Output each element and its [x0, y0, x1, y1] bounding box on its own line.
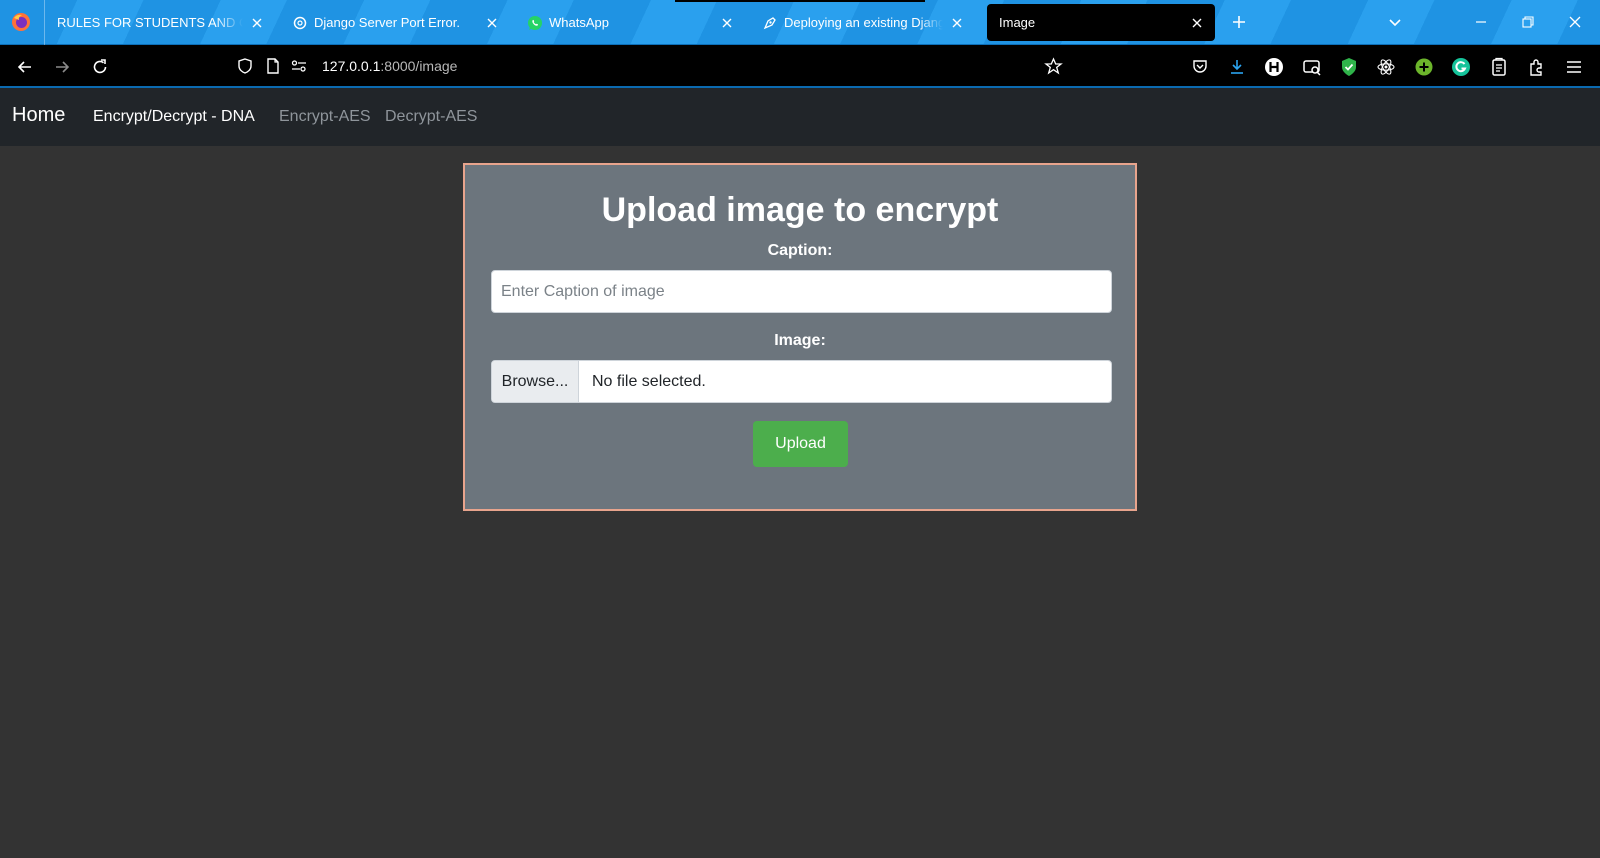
browser-toolbar: 127.0.0.1:8000/image	[0, 45, 1600, 88]
pocket-button[interactable]	[1189, 56, 1211, 78]
extension-screenshot-button[interactable]	[1301, 56, 1323, 78]
extension-h-button[interactable]	[1263, 56, 1285, 78]
reload-button[interactable]	[89, 56, 111, 78]
caption-input[interactable]	[491, 270, 1112, 313]
extension-add-button[interactable]	[1413, 56, 1435, 78]
forward-button[interactable]	[51, 56, 73, 78]
tab-deploying-django[interactable]: Deploying an existing Django project	[750, 4, 975, 41]
bookmark-star-icon[interactable]	[1044, 57, 1063, 76]
shield-icon[interactable]	[236, 57, 254, 75]
browser-tab-strip: RULES FOR STUDENTS AND CHILDREN Django S…	[0, 0, 1600, 45]
list-all-tabs-button[interactable]	[1385, 12, 1405, 32]
firefox-icon[interactable]	[11, 12, 31, 32]
arrow-right-icon	[56, 61, 70, 73]
close-icon	[1569, 16, 1581, 28]
tab-whatsapp[interactable]: WhatsApp	[515, 4, 745, 41]
nav-link-decrypt-aes[interactable]: Decrypt-AES	[385, 108, 477, 126]
new-tab-button[interactable]	[1229, 12, 1249, 32]
upload-button[interactable]: Upload	[753, 421, 848, 467]
nav-link-encrypt-decrypt-dna[interactable]: Encrypt/Decrypt - DNA	[93, 108, 255, 126]
close-icon[interactable]	[719, 15, 735, 31]
file-status-text: No file selected.	[592, 372, 706, 390]
upload-form-card: Upload image to encrypt Caption: Image: …	[463, 163, 1137, 511]
minimize-button[interactable]	[1471, 12, 1491, 32]
page-title: Upload image to encrypt	[601, 191, 999, 229]
plus-icon	[1233, 16, 1245, 28]
page-icon[interactable]	[264, 57, 282, 75]
restore-icon	[1522, 16, 1534, 28]
hamburger-menu-icon	[1567, 61, 1581, 73]
minimize-icon	[1476, 21, 1486, 23]
screen-search-icon	[1303, 60, 1321, 76]
download-icon	[1231, 60, 1243, 74]
close-icon[interactable]	[949, 15, 965, 31]
reload-icon	[93, 59, 107, 74]
pocket-icon	[1193, 60, 1207, 73]
puzzle-icon	[1530, 59, 1542, 76]
image-file-input[interactable]: Browse... No file selected.	[491, 360, 1112, 403]
close-window-button[interactable]	[1565, 12, 1585, 32]
back-button[interactable]	[14, 56, 36, 78]
pen-nib-icon	[762, 15, 778, 31]
browse-button[interactable]: Browse...	[492, 361, 579, 402]
url-path: :8000/image	[380, 58, 458, 74]
h-letter-icon	[1265, 58, 1283, 76]
openai-icon	[292, 15, 308, 31]
url-bar[interactable]: 127.0.0.1:8000/image	[230, 51, 1070, 82]
extension-shield-button[interactable]	[1338, 56, 1360, 78]
tab-title: WhatsApp	[549, 15, 609, 30]
url-host: 127.0.0.1	[322, 58, 381, 74]
restore-button[interactable]	[1518, 12, 1538, 32]
whatsapp-icon	[527, 15, 543, 31]
shield-check-icon	[1342, 58, 1356, 76]
extension-notes-button[interactable]	[1488, 56, 1510, 78]
tab-title: Django Server Port Error.	[314, 15, 460, 30]
image-label: Image:	[774, 332, 826, 349]
downloads-button[interactable]	[1226, 56, 1248, 78]
site-navbar: Home Encrypt/Decrypt - DNA Encrypt-AES D…	[0, 88, 1600, 146]
grammarly-icon	[1452, 58, 1470, 76]
clipboard-icon	[1492, 57, 1506, 76]
react-atom-icon	[1377, 59, 1395, 75]
nav-brand-home[interactable]: Home	[12, 104, 65, 127]
app-menu-button[interactable]	[1563, 56, 1585, 78]
extension-grammarly-button[interactable]	[1450, 56, 1472, 78]
permissions-icon[interactable]	[290, 57, 308, 75]
url-text[interactable]: 127.0.0.1:8000/image	[322, 58, 457, 74]
tab-indicator	[675, 0, 925, 2]
caption-label: Caption:	[767, 242, 833, 259]
tab-title: Deploying an existing Django project	[784, 15, 943, 30]
nav-link-encrypt-aes[interactable]: Encrypt-AES	[279, 108, 371, 126]
close-icon[interactable]	[1189, 15, 1205, 31]
tab-rules[interactable]: RULES FOR STUDENTS AND CHILDREN	[45, 4, 275, 41]
chevron-down-icon	[1389, 19, 1401, 27]
close-icon[interactable]	[484, 15, 500, 31]
extensions-button[interactable]	[1526, 56, 1548, 78]
extension-react-button[interactable]	[1375, 56, 1397, 78]
tab-title: Image	[999, 15, 1036, 30]
tab-image[interactable]: Image	[987, 4, 1215, 41]
tab-django-port[interactable]: Django Server Port Error.	[280, 4, 510, 41]
close-icon[interactable]	[249, 15, 265, 31]
plus-circle-icon	[1415, 58, 1433, 76]
arrow-left-icon	[17, 61, 31, 73]
tab-title: RULES FOR STUDENTS AND CHILDREN	[57, 15, 243, 30]
